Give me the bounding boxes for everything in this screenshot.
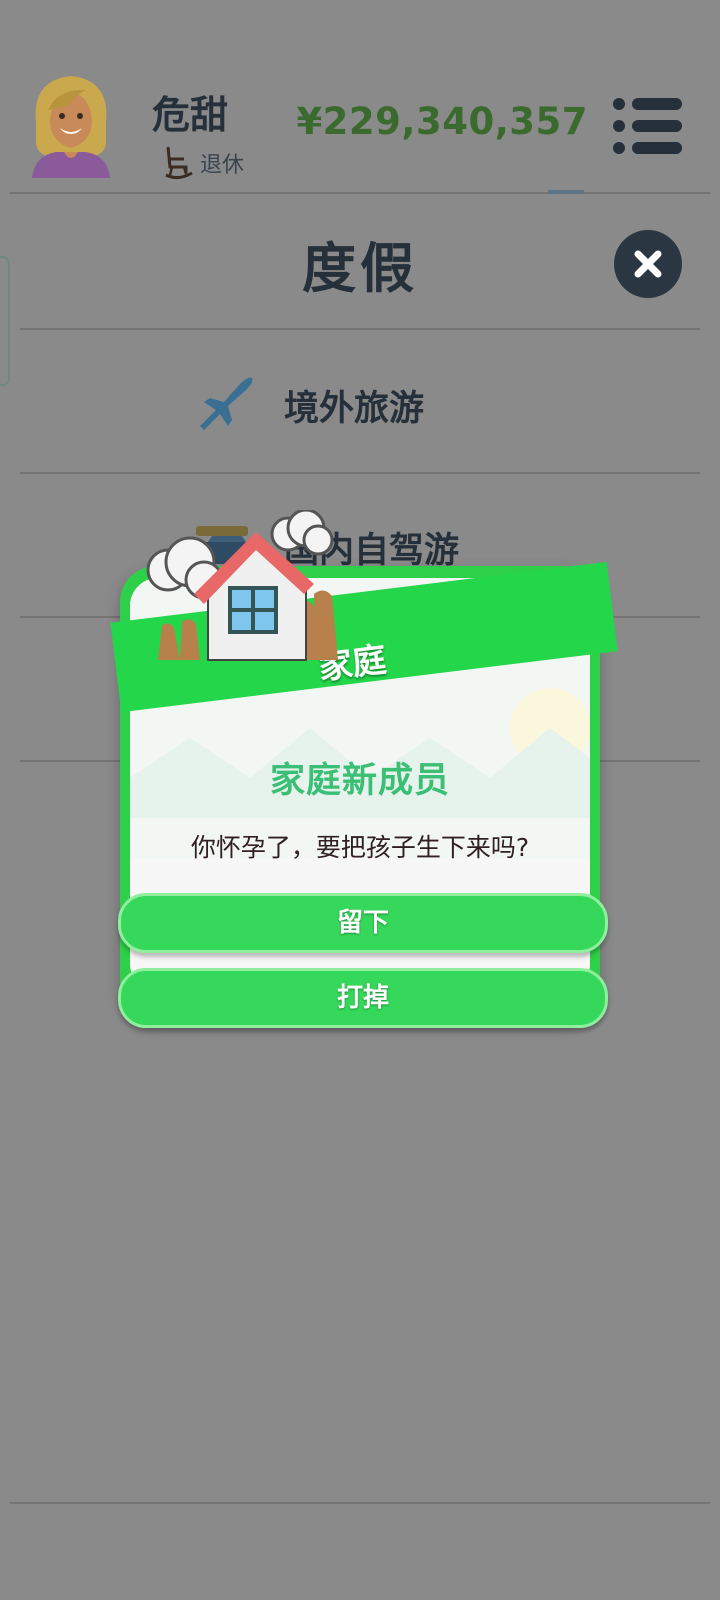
- airplane-icon: [200, 377, 253, 430]
- page-title: 度假: [302, 237, 418, 300]
- money-balance: ¥229,340,357: [296, 100, 588, 143]
- header-accent-mark: [548, 190, 584, 194]
- rocking-chair-icon: [165, 146, 193, 180]
- status-row: 退休: [162, 142, 244, 184]
- row-divider: [20, 472, 700, 474]
- player-name: 危甜: [152, 93, 229, 137]
- close-icon: [634, 250, 662, 278]
- close-button[interactable]: [614, 230, 682, 298]
- option-row-overseas[interactable]: 境外旅游: [0, 334, 720, 474]
- avatar[interactable]: [28, 70, 114, 178]
- hamburger-menu-icon[interactable]: [612, 96, 684, 156]
- dialog-message: 你怀孕了，要把孩子生下来吗?: [190, 833, 530, 862]
- option-label: 境外旅游: [284, 389, 425, 429]
- house-in-hands-icon: [146, 510, 338, 661]
- header: 危甜 退休 ¥229,340,357: [0, 0, 720, 192]
- dialog-title: 家庭新成员: [269, 761, 450, 801]
- bottom-divider: [10, 1502, 710, 1504]
- row-divider: [20, 328, 700, 330]
- keep-button[interactable]: 留下: [118, 893, 608, 953]
- header-divider: [10, 192, 710, 194]
- status-text: 退休: [200, 153, 245, 178]
- abort-button[interactable]: 打掉: [118, 968, 608, 1028]
